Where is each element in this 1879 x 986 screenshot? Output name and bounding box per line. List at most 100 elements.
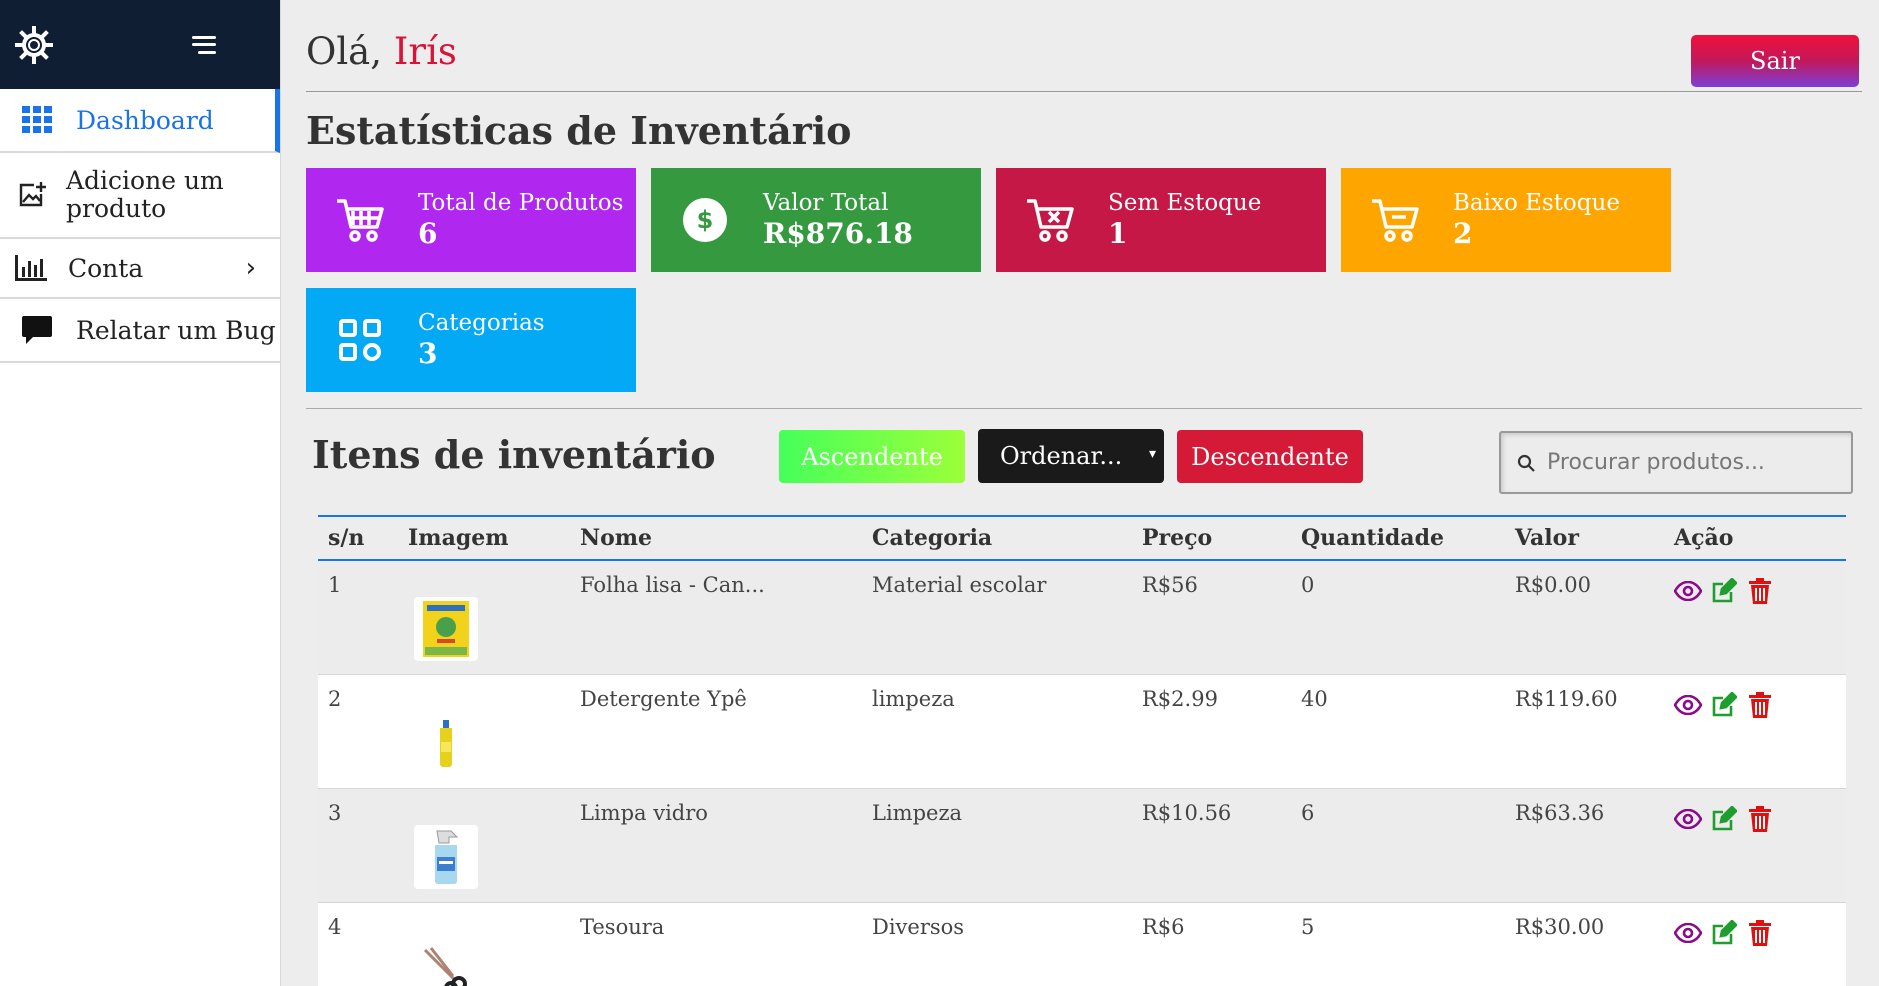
cell-sn: 1 xyxy=(328,573,342,597)
cell-value: R$119.60 xyxy=(1515,686,1618,711)
cell-quantity: 5 xyxy=(1301,914,1315,939)
delete-icon[interactable] xyxy=(1746,805,1774,833)
search-icon xyxy=(1517,454,1535,472)
grid-icon xyxy=(20,103,54,137)
greeting-text: Olá, xyxy=(306,30,382,73)
column-header[interactable]: Quantidade xyxy=(1291,516,1505,560)
sidebar-item-report-bug[interactable]: Relatar um Bug xyxy=(0,299,280,363)
sidebar-header xyxy=(0,0,280,89)
cell-image xyxy=(398,560,570,674)
delete-icon[interactable] xyxy=(1746,919,1774,947)
delete-icon[interactable] xyxy=(1746,577,1774,605)
cell-value: R$30.00 xyxy=(1515,914,1605,939)
sidebar-item-label: Dashboard xyxy=(76,105,214,135)
stat-card-total-value: $ Valor Total R$876.18 xyxy=(651,168,981,272)
sort-ascending-button[interactable]: Ascendente xyxy=(779,430,965,483)
cell-name: Limpa vidro xyxy=(580,800,708,825)
cell-sn: 3 xyxy=(328,800,342,825)
stat-label: Categorias xyxy=(418,310,545,336)
column-header[interactable]: Nome xyxy=(570,516,862,560)
table-row: 1 Folha lisa - Can... Material escolar R… xyxy=(318,560,1846,674)
cart-x-icon xyxy=(1022,192,1078,248)
sidebar-item-dashboard[interactable]: Dashboard xyxy=(0,89,280,153)
stat-value: 2 xyxy=(1453,217,1473,250)
cell-price: R$2.99 xyxy=(1142,686,1218,711)
dollar-icon: $ xyxy=(677,192,733,248)
cell-name: Folha lisa - Can... xyxy=(580,573,765,597)
product-thumbnail[interactable] xyxy=(414,824,478,889)
inventory-table: s/n Imagem Nome Categoria Preço Quantida… xyxy=(318,515,1846,986)
cell-image xyxy=(398,674,570,788)
stat-label: Sem Estoque xyxy=(1108,190,1262,216)
main-content: Olá, Irís Sair Estatísticas de Inventári… xyxy=(282,0,1879,986)
stat-card-low-stock: Baixo Estoque 2 xyxy=(1341,168,1671,272)
search-placeholder: Procurar produtos... xyxy=(1547,450,1765,475)
view-icon[interactable] xyxy=(1674,577,1702,605)
stat-card-total-products: Total de Produtos 6 xyxy=(306,168,636,272)
cell-price: R$10.56 xyxy=(1142,800,1232,825)
table-header-row: s/n Imagem Nome Categoria Preço Quantida… xyxy=(318,516,1846,560)
cell-image xyxy=(398,788,570,902)
sidebar: Dashboard Adicione um produto Conta › Re… xyxy=(0,0,281,986)
edit-icon[interactable] xyxy=(1710,805,1738,833)
gear-logo-icon[interactable] xyxy=(14,25,54,65)
sidebar-item-label: Conta xyxy=(68,253,144,283)
cell-actions xyxy=(1664,902,1846,986)
table-row: 2 Detergente Ypê limpeza R$2.99 40 R$119… xyxy=(318,674,1846,788)
stats-title: Estatísticas de Inventário xyxy=(306,108,852,153)
edit-icon[interactable] xyxy=(1710,919,1738,947)
column-header[interactable]: s/n xyxy=(318,516,398,560)
stat-label: Baixo Estoque xyxy=(1453,190,1620,216)
cell-category: Limpeza xyxy=(872,800,963,825)
bar-chart-icon xyxy=(14,251,48,285)
view-icon[interactable] xyxy=(1674,805,1702,833)
cell-category: Diversos xyxy=(872,914,965,939)
cell-value: R$0.00 xyxy=(1515,573,1591,597)
column-header[interactable]: Categoria xyxy=(862,516,1132,560)
product-thumbnail[interactable] xyxy=(414,597,478,661)
sort-descending-button[interactable]: Descendente xyxy=(1177,430,1363,483)
sort-select-value: Ordenar... xyxy=(1000,442,1123,470)
cell-sn: 4 xyxy=(328,914,342,939)
edit-icon[interactable] xyxy=(1710,691,1738,719)
logout-button[interactable]: Sair xyxy=(1691,35,1859,87)
delete-icon[interactable] xyxy=(1746,691,1774,719)
sidebar-item-label: Adicione um produto xyxy=(66,166,224,223)
cell-actions xyxy=(1664,674,1846,788)
cell-image xyxy=(398,902,570,986)
product-thumbnail[interactable] xyxy=(414,710,478,775)
menu-toggle-icon[interactable] xyxy=(192,34,216,56)
divider xyxy=(306,91,1862,92)
sort-select[interactable]: Ordenar... ▾ xyxy=(978,429,1164,483)
svg-text:$: $ xyxy=(697,206,714,234)
divider xyxy=(306,408,1862,409)
cell-sn: 2 xyxy=(328,686,342,711)
categories-icon xyxy=(332,312,388,368)
column-header: Ação xyxy=(1674,525,1734,551)
cell-quantity: 0 xyxy=(1301,573,1315,597)
view-icon[interactable] xyxy=(1674,919,1702,947)
chevron-right-icon: › xyxy=(245,253,256,283)
stat-label: Valor Total xyxy=(763,190,889,216)
cart-minus-icon xyxy=(1367,192,1423,248)
product-thumbnail[interactable] xyxy=(414,938,478,986)
user-name: Irís xyxy=(393,30,457,73)
cell-price: R$6 xyxy=(1142,914,1185,939)
cell-name: Detergente Ypê xyxy=(580,686,747,711)
greeting: Olá, Irís xyxy=(306,30,457,73)
stat-value: R$876.18 xyxy=(763,217,913,250)
search-input[interactable]: Procurar produtos... xyxy=(1499,431,1853,494)
edit-icon[interactable] xyxy=(1710,577,1738,605)
stat-value: 3 xyxy=(418,337,438,370)
column-header[interactable]: Valor xyxy=(1505,516,1664,560)
sidebar-item-add-product[interactable]: Adicione um produto xyxy=(0,153,280,239)
cell-category: Material escolar xyxy=(872,573,1047,597)
chevron-down-icon: ▾ xyxy=(1148,446,1156,462)
column-header: Imagem xyxy=(408,525,509,551)
column-header[interactable]: Preço xyxy=(1132,516,1291,560)
sidebar-item-account[interactable]: Conta › xyxy=(0,239,280,299)
sidebar-item-label: Relatar um Bug xyxy=(76,315,276,345)
cell-actions xyxy=(1664,560,1846,674)
view-icon[interactable] xyxy=(1674,691,1702,719)
stat-label: Total de Produtos xyxy=(418,190,624,216)
